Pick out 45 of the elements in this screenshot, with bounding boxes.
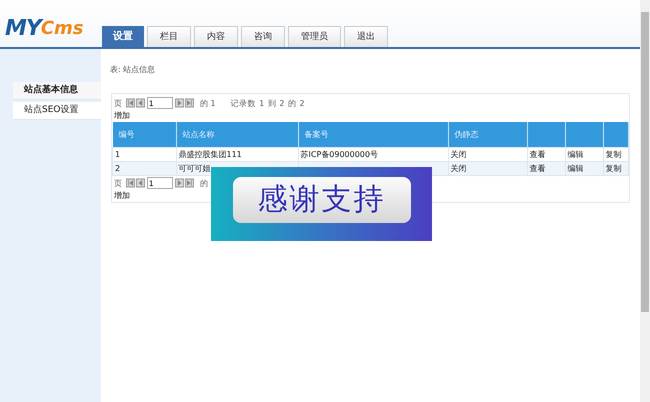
sidebar-item[interactable]: 站点SEO设置 <box>13 102 101 120</box>
table-cell: 关闭 <box>448 162 527 176</box>
nav-tab[interactable]: 内容 <box>194 26 238 47</box>
table-cell: 鼎盛控股集团111 <box>176 148 298 162</box>
previous-page-icon[interactable] <box>136 178 145 188</box>
add-link[interactable]: 增加 <box>114 191 130 200</box>
last-page-icon[interactable] <box>185 98 194 108</box>
table-cell: 2 <box>112 162 176 176</box>
next-page-icon[interactable] <box>175 98 184 108</box>
nav-tab[interactable]: 管理员 <box>288 26 341 47</box>
table-cell: 1 <box>112 148 176 162</box>
table-cell: 关闭 <box>448 148 527 162</box>
record-count: 记录数 1 到 2 的 2 <box>230 98 306 108</box>
first-page-icon[interactable] <box>126 178 135 188</box>
nav-tab[interactable]: 设置 <box>102 26 144 47</box>
action-link[interactable]: 编辑 <box>565 162 603 176</box>
page-field[interactable]: 1 <box>147 97 173 109</box>
nav-tab[interactable]: 栏目 <box>147 26 191 47</box>
banner-text: 感谢支持 <box>232 177 410 223</box>
action-link[interactable]: 复制 <box>603 148 628 162</box>
page-count: 的 <box>200 178 208 188</box>
action-link[interactable]: 编辑 <box>565 148 603 162</box>
logo: MYCms <box>4 14 85 42</box>
add-link[interactable]: 增加 <box>114 111 130 120</box>
page-count: 的 1 <box>200 98 216 108</box>
breadcrumb: 表: 站点信息 <box>110 64 156 76</box>
sidebar-item[interactable]: 站点基本信息 <box>13 82 101 100</box>
next-page-icon[interactable] <box>175 178 184 188</box>
last-page-icon[interactable] <box>185 178 194 188</box>
action-link[interactable]: 查看 <box>527 162 565 176</box>
column-header: 伪静态 <box>448 122 527 148</box>
nav-tab[interactable]: 退出 <box>344 26 388 47</box>
scrollbar[interactable] <box>640 0 650 402</box>
previous-page-icon[interactable] <box>136 98 145 108</box>
column-header: 编号 <box>112 122 176 148</box>
column-header: 站点名称 <box>176 122 298 148</box>
nav-tab[interactable]: 咨询 <box>241 26 285 47</box>
action-link[interactable]: 查看 <box>527 148 565 162</box>
first-page-icon[interactable] <box>126 98 135 108</box>
page-label: 页 <box>114 98 122 108</box>
column-header <box>527 122 565 148</box>
page-field[interactable]: 1 <box>147 177 173 189</box>
column-header: 备案号 <box>298 122 448 148</box>
table-cell: 苏ICP备09000000号 <box>298 148 448 162</box>
page-label: 页 <box>114 178 122 188</box>
